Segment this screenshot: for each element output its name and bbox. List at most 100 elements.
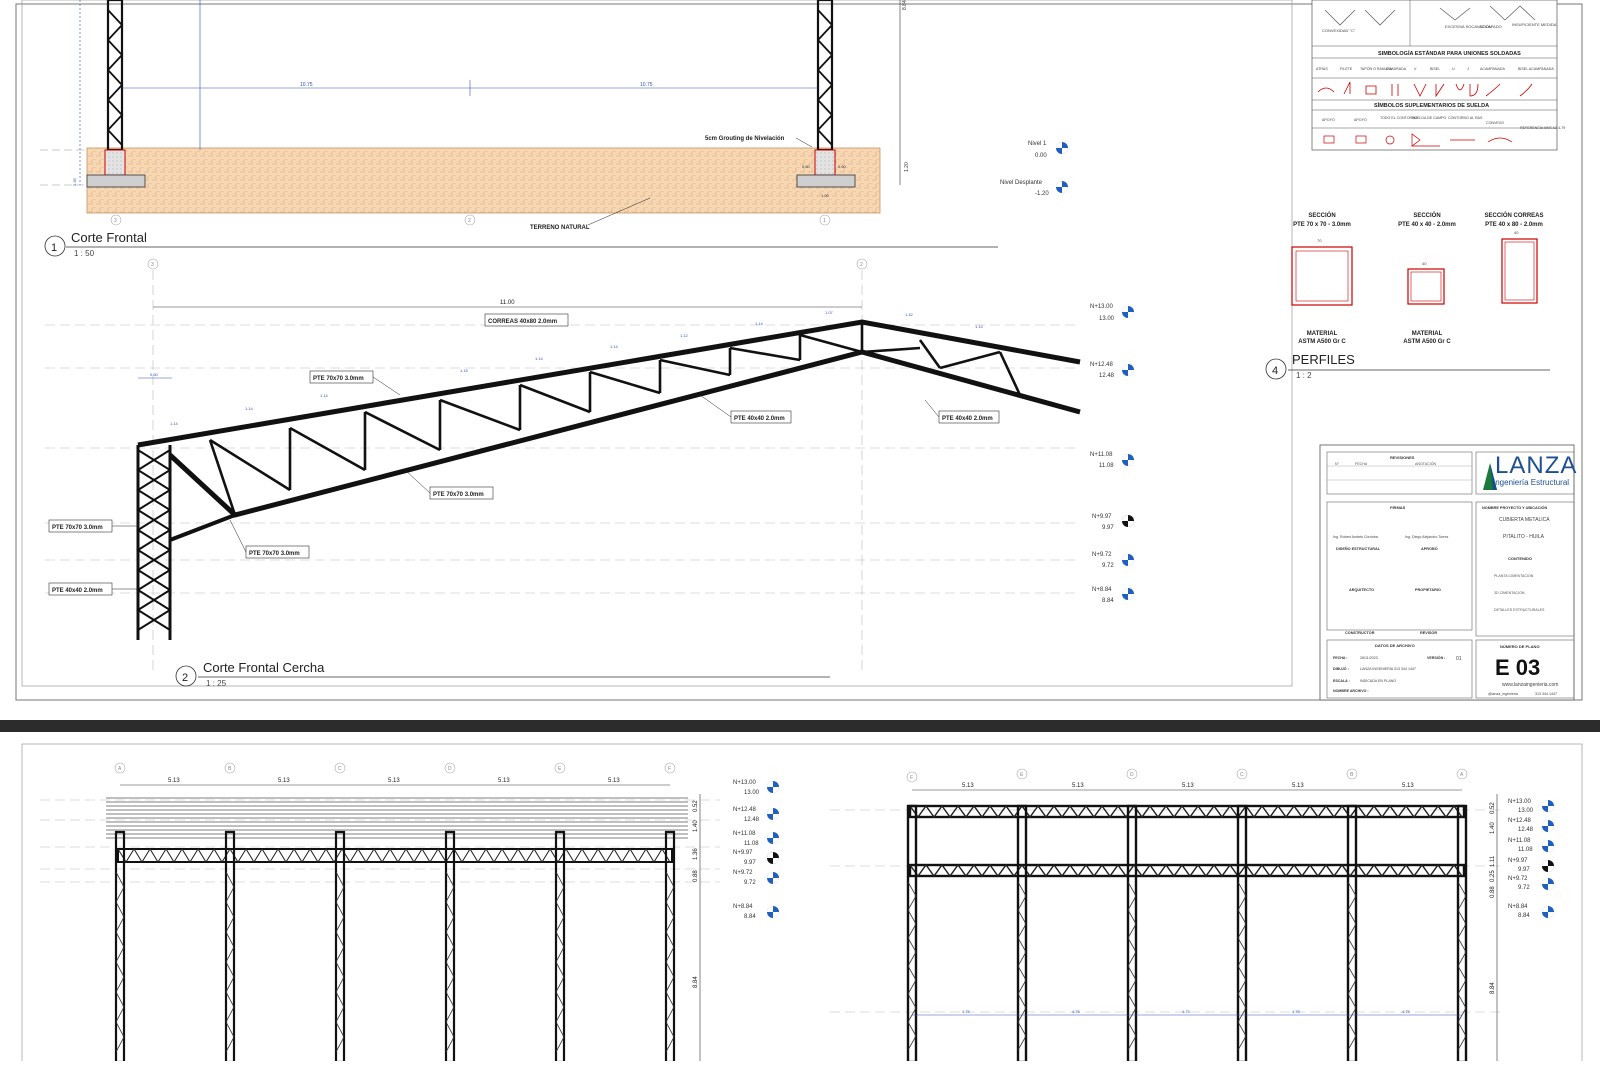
- section-2-title: SECCIÓN: [1413, 211, 1440, 219]
- section-3-dim: 40: [1514, 230, 1519, 235]
- dim-b: 1.14: [245, 406, 254, 411]
- tb-arquitecto: ARQUITECTO: [1349, 588, 1374, 592]
- drawing-top: 10.75 10.75 8.84 1.20 0.60 0.60 1.00 0.3…: [15, 0, 1583, 701]
- view-number-1: 1: [51, 242, 57, 254]
- weld-col: CUADRADA: [1386, 67, 1407, 71]
- tb-numero-title: NÚMERO DE PLANO: [1500, 644, 1540, 649]
- rbay-dim: 5.13: [1072, 783, 1084, 789]
- bl-level-1248: N+12.48 12.48: [733, 807, 779, 823]
- dim-e: 1.14: [535, 356, 544, 361]
- label-pte70-top: PTE 70x70 3.0mm: [313, 376, 364, 382]
- weld-col: ATRAS: [1316, 67, 1328, 71]
- rbay-dim: 5.13: [962, 783, 974, 789]
- weld-note-3: SOLAPADO: [1480, 24, 1502, 29]
- tb-datos: DATOS DE ARCHIVO: [1375, 643, 1415, 648]
- welding-table: CONVEXIDAD "C" EXCESIVA SOCAVACIÓN SOLAP…: [1311, 0, 1565, 151]
- grid-3: 3: [114, 218, 117, 224]
- vdim: 1.36: [693, 848, 699, 860]
- svg-text:8.84: 8.84: [1518, 913, 1530, 919]
- sub-dim: 4.75: [1182, 1009, 1191, 1014]
- rvdim: 0.88: [1490, 886, 1496, 898]
- bay-dim: 5.13: [388, 778, 400, 784]
- svg-text:9.72: 9.72: [744, 880, 756, 886]
- tb-firmas: FIRMAS: [1390, 505, 1406, 510]
- level-name: N+12.48: [1090, 362, 1114, 368]
- dim-g: 1.14: [755, 321, 764, 326]
- dim-k: 1.14: [975, 324, 984, 329]
- section-3-title: SECCIÓN CORREAS: [1484, 211, 1543, 219]
- weld-sup-col: SUELDA DE CAMPO: [1412, 116, 1447, 120]
- br-level-13: N+13.00 13.00: [1508, 799, 1554, 814]
- tb-propietario: PROPIETARIO: [1415, 588, 1441, 592]
- rgrid-f: F: [910, 775, 913, 781]
- tb-contenido-2: 3D CIMENTACION: [1494, 591, 1525, 595]
- label-pte70-knee: PTE 70x70 3.0mm: [249, 551, 300, 557]
- tb-firma-2: Ing. Diego Alejandro Torres: [1405, 535, 1448, 539]
- svg-text:N+8.84: N+8.84: [733, 904, 753, 910]
- grid-f: F: [668, 766, 671, 772]
- tb-aprobo: APROBÓ: [1421, 546, 1438, 551]
- weld-sup-col: APOYO: [1354, 118, 1367, 122]
- level-value: 11.08: [1099, 463, 1114, 469]
- dim-f: 1.14: [610, 344, 619, 349]
- tb-constructor: CONSTRUCTOR: [1345, 631, 1375, 635]
- tb-rev-col: ANOTACIÓN: [1415, 461, 1437, 466]
- level-name: N+8.84: [1092, 587, 1112, 593]
- level-value: 0.00: [1035, 153, 1047, 159]
- logo-lanza: LANZA: [1495, 452, 1578, 479]
- dim-c: 1.14: [320, 393, 329, 398]
- svg-text:N+13.00: N+13.00: [733, 780, 757, 786]
- level-name: N+13.00: [1090, 304, 1114, 310]
- view-number-4: 4: [1272, 365, 1278, 377]
- tb-insta: @lanza_ingenieria: [1488, 692, 1518, 696]
- tb-proyecto-title: NOMBRE PROYECTO Y UBICACIÓN: [1482, 505, 1547, 510]
- svg-text:N+9.97: N+9.97: [1508, 858, 1528, 864]
- view-corte-frontal: 10.75 10.75 8.84 1.20 0.60 0.60 1.00 0.3…: [40, 0, 1068, 258]
- tb-dibujo-label: DIBUJÓ :: [1333, 666, 1349, 671]
- tb-escala-label: ESCALA :: [1333, 679, 1350, 683]
- level-marker-13: N+13.00 13.00: [1090, 304, 1134, 322]
- vdim: 8.84: [693, 976, 699, 988]
- tb-revisiones: REVISIONES: [1390, 455, 1415, 460]
- level-value: 13.00: [1099, 316, 1115, 322]
- dim-span-right: 10.75: [640, 82, 653, 88]
- tb-version-val: 01: [1456, 656, 1462, 662]
- svg-text:9.97: 9.97: [1518, 867, 1530, 873]
- svg-text:9.97: 9.97: [744, 860, 756, 866]
- section-2-mat-spec: ASTM A500 Gr C: [1403, 339, 1451, 345]
- dim-footing: 1.00: [821, 193, 830, 198]
- level-value: 8.84: [1102, 598, 1114, 604]
- section-1-title: SECCIÓN: [1308, 211, 1335, 219]
- view-title-1: Corte Frontal: [71, 230, 147, 245]
- level-value: 9.72: [1102, 563, 1114, 569]
- rgrid-d: D: [1130, 772, 1134, 778]
- bl-level-1108: N+11.08 11.08: [733, 831, 779, 847]
- weld-col: U: [1452, 67, 1455, 71]
- terreno-label: TERRENO NATURAL: [530, 225, 590, 231]
- svg-text:11.08: 11.08: [744, 841, 759, 847]
- svg-text:N+12.48: N+12.48: [733, 807, 757, 813]
- level-marker-884: N+8.84 8.84: [1092, 587, 1134, 604]
- tb-ubicacion: PITALITO - HUILA: [1503, 534, 1545, 540]
- svg-text:N+11.08: N+11.08: [733, 831, 756, 837]
- svg-text:12.48: 12.48: [744, 817, 760, 823]
- svg-text:13.00: 13.00: [744, 790, 760, 796]
- grouting-note: 5cm Grouting de Nivelación: [705, 136, 785, 142]
- elevation-left: A B C D E F 5.13 5.13 5.13 5.13 5.13 0.5…: [40, 762, 779, 1064]
- logo-subtitle: Ingeniería Estructural: [1493, 478, 1570, 487]
- bay-dim: 5.13: [608, 778, 620, 784]
- bl-level-972: N+9.72 9.72: [733, 870, 779, 886]
- cercha-grid-2: 2: [860, 262, 863, 268]
- dim-j: 1.42: [905, 312, 914, 317]
- br-level-884: N+8.84 8.84: [1508, 904, 1554, 919]
- vdim: 1.40: [693, 820, 699, 832]
- level-marker-972: N+9.72 9.72: [1092, 552, 1134, 569]
- section-2-material: MATERIAL: [1412, 331, 1443, 337]
- dim-050: 0.50: [150, 372, 159, 377]
- tb-version-label: VERSIÓN :: [1427, 655, 1445, 660]
- label-pte70-col: PTE 70x70 3.0mm: [52, 525, 103, 531]
- view-scale-4: 1 : 2: [1296, 371, 1312, 380]
- svg-text:N+9.72: N+9.72: [733, 870, 753, 876]
- tb-web: www.lanzaingenieria.com: [1502, 682, 1558, 688]
- svg-text:N+13.00: N+13.00: [1508, 799, 1532, 805]
